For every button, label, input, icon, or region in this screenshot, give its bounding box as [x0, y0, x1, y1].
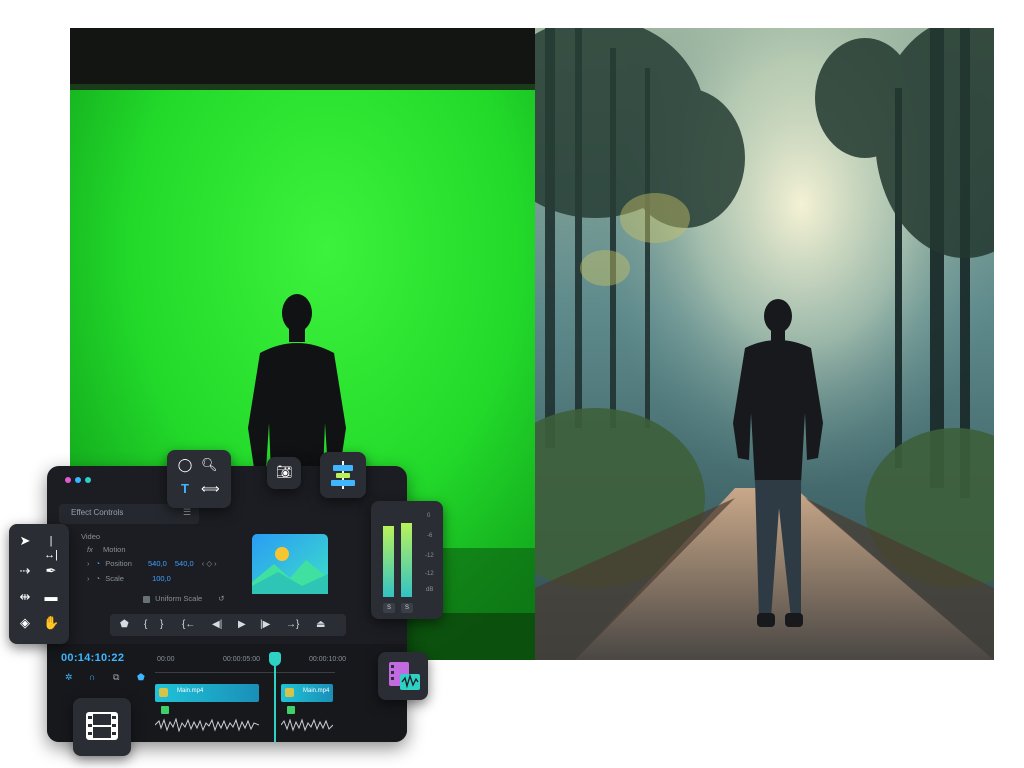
track-select-icon[interactable]: ⇢ [17, 564, 33, 578]
media-clip-icon [389, 662, 420, 690]
section-video-label: Video [81, 532, 101, 541]
tab-effect-controls-label: Effect Controls [71, 508, 124, 517]
pen-tool-icon[interactable]: ✒ [43, 564, 59, 578]
selection-tool-icon[interactable]: ➤ [17, 534, 33, 548]
lift-icon[interactable]: ⏏ [316, 619, 325, 631]
rectangle-tool-icon[interactable]: ▬ [43, 590, 59, 604]
hamburger-menu-icon[interactable]: ☰ [183, 507, 191, 518]
clip-label: Main.mp4 [177, 688, 204, 694]
stopwatch-icon[interactable]: ◔ [96, 559, 101, 568]
add-marker-icon[interactable]: ⬟ [120, 619, 129, 631]
transport-controls: ⬟ { } {← ◀| ▶ |▶ →} ⏏ [110, 614, 346, 636]
solo-button-left[interactable]: S [383, 603, 395, 613]
meter-label: 0 [427, 513, 431, 519]
step-back-icon[interactable]: ◀| [212, 619, 222, 631]
type-tool-icon[interactable]: T [177, 482, 193, 496]
film-icon [86, 712, 118, 740]
playhead-handle[interactable] [269, 652, 281, 666]
add-edit-icon[interactable]: ⧉ [113, 672, 119, 683]
meter-label: -12 [425, 571, 434, 577]
fx-icon: fx [87, 545, 93, 554]
audio-meter-panel: 0 -6 -12 -12 dB S S [371, 501, 443, 619]
go-to-in-icon[interactable]: {← [182, 619, 195, 631]
scale-label: Scale [105, 574, 124, 583]
audio-waveform[interactable] [155, 718, 259, 732]
shape-tools-palette: ◯ 🔍︎ T ⟺ [167, 450, 231, 508]
camera-icon: 📷︎ [276, 464, 293, 479]
keyframe-nav-icon[interactable]: ‹ ◇ › [202, 559, 217, 568]
media-clip-button[interactable] [378, 652, 428, 700]
film-button[interactable] [73, 698, 131, 756]
meter-label: dB [426, 587, 434, 593]
position-label: Position [105, 559, 132, 568]
preview-thumbnail-icon [252, 534, 328, 594]
section-motion-label: Motion [103, 545, 126, 554]
time-ruler[interactable] [155, 668, 335, 673]
audio-waveform[interactable] [281, 718, 333, 732]
play-icon[interactable]: ▶ [238, 619, 246, 631]
position-x-value[interactable]: 540,0 [148, 559, 167, 568]
timeline-marker-icon[interactable]: ⬟ [137, 672, 145, 683]
hand-tool-icon[interactable]: ✋ [43, 616, 59, 630]
ruler-time-0: 00:00 [157, 656, 175, 663]
scale-value[interactable]: 100,0 [152, 574, 171, 583]
audio-clip-badge-icon [287, 706, 295, 714]
clip-label: Main.mp4 [303, 688, 330, 694]
go-to-out-icon[interactable]: →} [286, 619, 299, 631]
ellipse-tool-icon[interactable]: ◯ [177, 458, 193, 472]
snap-icon[interactable]: ✲ [65, 672, 73, 683]
align-center-icon [331, 461, 355, 489]
stopwatch-icon[interactable]: ◔ [96, 574, 101, 583]
fx-badge-icon [285, 688, 294, 697]
uniform-scale-checkbox[interactable] [143, 595, 150, 603]
window-dot-minimize[interactable] [75, 477, 81, 483]
audio-clip-badge-icon [161, 706, 169, 714]
audio-meter-left [383, 526, 394, 597]
slip-tool-icon[interactable]: ⇹ [17, 590, 33, 604]
video-clip[interactable]: Main.mp4 [281, 684, 333, 702]
export-frame-button[interactable]: 📷︎ [267, 457, 301, 489]
reset-icon[interactable]: ↺ [218, 594, 224, 603]
ruler-time-1: 00:00:05:00 [223, 656, 260, 663]
playhead-line[interactable] [274, 666, 276, 742]
step-forward-icon[interactable]: |▶ [260, 619, 270, 631]
linked-selection-icon[interactable]: ∩ [89, 672, 95, 682]
chevron-right-icon[interactable]: › [87, 559, 90, 568]
window-dot-maximize[interactable] [85, 477, 91, 483]
align-button[interactable] [320, 452, 366, 498]
position-row: › ◔ Position 540,0 540,0 ‹ ◇ › [87, 559, 217, 568]
mark-out-icon[interactable]: } [160, 619, 163, 631]
ruler-time-2: 00:00:10:00 [309, 656, 346, 663]
fx-badge-icon [159, 688, 168, 697]
scale-row: › ◔ Scale 100,0 [87, 574, 171, 583]
tools-palette: ➤ |↔| ⇢ ✒ ⇹ ▬ ◈ ✋ [9, 524, 69, 644]
timecode-display[interactable]: 00:14:10:22 [61, 652, 124, 664]
ripple-edit-icon[interactable]: |↔| [43, 534, 59, 562]
zoom-tool-icon[interactable]: 🔍︎ [201, 458, 218, 472]
forest-background-photo [535, 28, 994, 660]
meter-label: -6 [427, 533, 433, 539]
rate-stretch-icon[interactable]: ⟺ [201, 482, 220, 496]
solo-button-right[interactable]: S [401, 603, 413, 613]
video-clip[interactable]: Main.mp4 [155, 684, 259, 702]
mark-in-icon[interactable]: { [144, 619, 147, 631]
uniform-scale-label: Uniform Scale [155, 594, 203, 603]
razor-tool-icon[interactable]: ◈ [17, 616, 33, 630]
uniform-scale-row: Uniform Scale ↺ [143, 594, 225, 603]
position-y-value[interactable]: 540,0 [175, 559, 194, 568]
audio-meter-right [401, 523, 412, 597]
meter-label: -12 [425, 553, 434, 559]
window-dot-close[interactable] [65, 477, 71, 483]
chevron-right-icon[interactable]: › [87, 574, 90, 583]
